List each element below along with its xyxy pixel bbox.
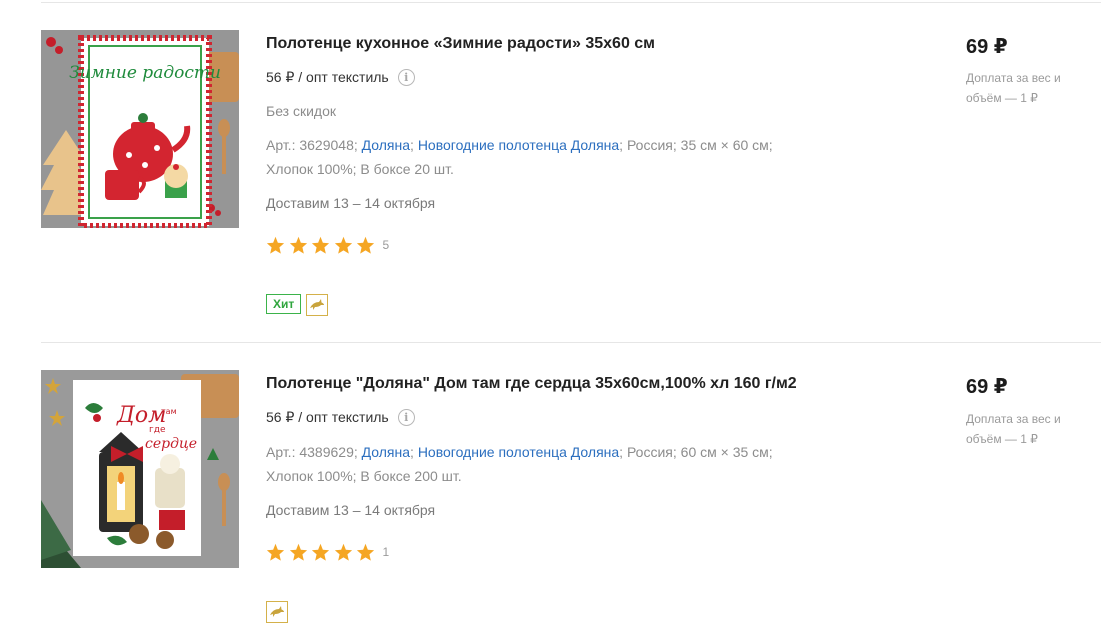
product-image[interactable]: Дом там где сердце [41, 370, 239, 568]
delivery-date: Доставим 13 – 14 октября [266, 502, 436, 518]
wholesale-price-text: 56 ₽ / опт текстиль [266, 409, 389, 425]
collection-link[interactable]: Новогодние полотенца Доляна [418, 444, 619, 460]
star-icon [311, 543, 330, 561]
article-number: Арт.: 4389629; [266, 444, 358, 460]
reviews-count[interactable]: 1 [383, 545, 390, 559]
size: 60 см × 35 см; [680, 444, 773, 460]
product-card: Дом там где сердце Полотенце "Доляна" До… [0, 0, 1101, 623]
dolphin-icon[interactable] [266, 601, 288, 623]
separator: ; [410, 444, 414, 460]
image-text: там [161, 407, 177, 416]
product-price: 69 ₽ [966, 376, 1008, 398]
wholesale-price: 56 ₽ / опт текстиль i [266, 409, 415, 426]
country: Россия; [626, 444, 677, 460]
star-icon [289, 543, 308, 561]
material: Хлопок 100%; [266, 468, 357, 484]
product-title[interactable]: Полотенце "Доляна" Дом там где сердца 35… [266, 375, 797, 393]
info-icon[interactable]: i [397, 409, 415, 426]
product-specs: Арт.: 4389629; Доляна; Новогодние полоте… [266, 440, 826, 488]
star-icon [356, 543, 375, 561]
image-text: где [149, 425, 166, 435]
surcharge-note: Доплата за вес и объём — 1 ₽ [966, 412, 1061, 446]
brand-link[interactable]: Доляна [362, 444, 410, 460]
separator: ; [619, 444, 624, 460]
product-divider [41, 342, 1101, 343]
badges [266, 601, 288, 623]
rating[interactable]: 1 [266, 543, 389, 561]
star-icon [266, 543, 285, 561]
box-quantity: В боксе 200 шт. [360, 468, 462, 484]
image-text: сердце [145, 436, 197, 452]
star-icon [334, 543, 353, 561]
